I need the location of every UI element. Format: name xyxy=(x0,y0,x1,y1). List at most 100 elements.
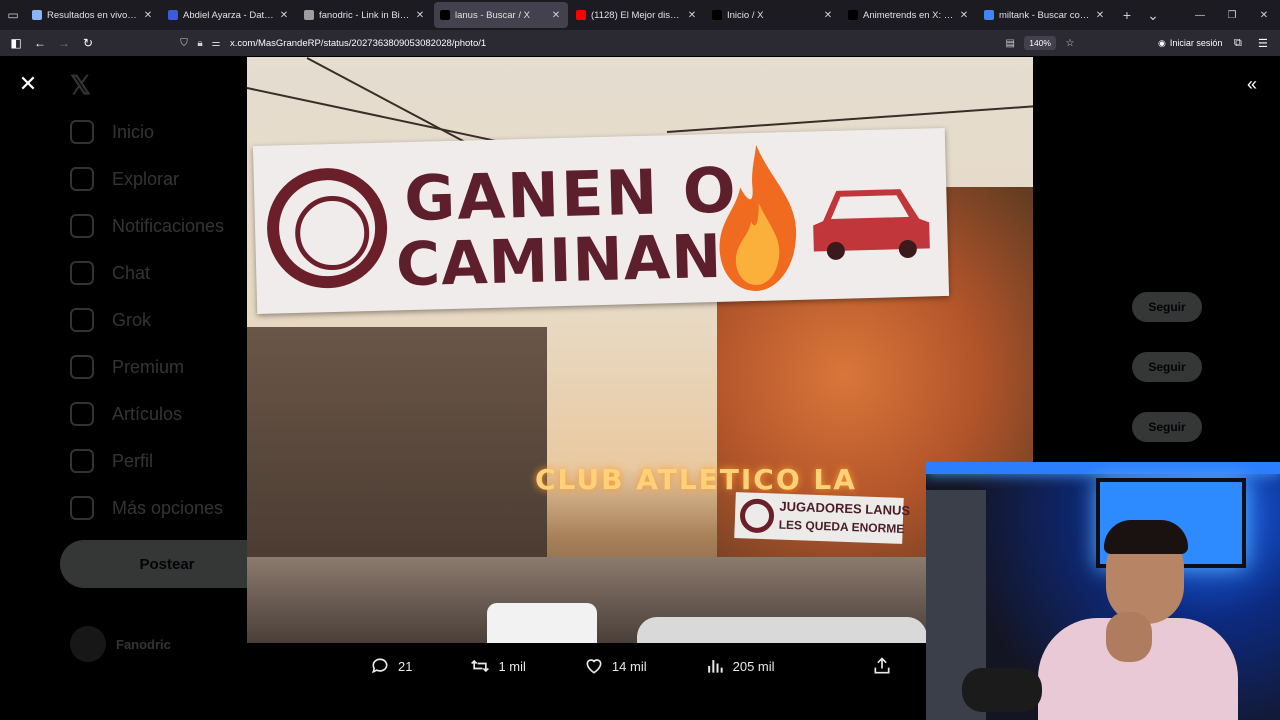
browser-tab[interactable]: Resultados en vivo de Liga✕ xyxy=(26,2,160,28)
browser-tab[interactable]: miltank - Buscar con Googl✕ xyxy=(978,2,1112,28)
sidebar-item-label: Perfil xyxy=(112,450,154,471)
tab-title: lanus - Buscar / X xyxy=(455,9,530,21)
account-name: Fanodric xyxy=(116,636,171,652)
tab-overview-icon[interactable]: ▭ xyxy=(0,0,26,30)
sign-in-button[interactable]: ◉ Iniciar sesión xyxy=(1158,30,1222,56)
tab-favicon-icon xyxy=(32,10,42,20)
share-icon xyxy=(874,657,890,674)
browser-tab[interactable]: Abdiel Ayarza - Datos deta✕ xyxy=(162,2,296,28)
repost-icon xyxy=(471,659,490,673)
sidebar-item[interactable]: Premium xyxy=(70,355,184,379)
lock-icon[interactable]: 🔒︎ xyxy=(192,38,208,49)
reply-button[interactable]: 21 xyxy=(370,656,412,676)
permissions-icon[interactable]: ⚌ xyxy=(208,38,224,49)
menu-icon[interactable]: ☰ xyxy=(1258,30,1268,56)
small-banner-line-2: LES QUEDA ENORME xyxy=(778,517,905,536)
post-button[interactable]: Postear xyxy=(60,540,274,588)
sidebar-toggle-icon[interactable]: ◧ xyxy=(4,30,28,56)
gate-sign: CLUB ATLETICO LA xyxy=(535,463,857,496)
sidebar-item-icon xyxy=(70,308,94,332)
browser-toolbar: ◧ ← → ↻ ⛉ 🔒︎ ⚌ x.com/MasGrandeRP/status/… xyxy=(0,30,1280,56)
tab-title: fanodric - Link in Bio & Cre xyxy=(319,9,411,21)
reader-view-icon[interactable]: ▤ xyxy=(1002,38,1018,49)
sidebar-item-icon xyxy=(70,496,94,520)
window-close-icon[interactable]: ✕ xyxy=(1248,0,1280,30)
tab-close-icon[interactable]: ✕ xyxy=(142,10,154,21)
sidebar-item-label: Artículos xyxy=(112,403,183,424)
streamer-hand xyxy=(1106,612,1152,662)
browser-tab[interactable]: (1128) El Mejor discurso de✕ xyxy=(570,2,704,28)
tab-favicon-icon xyxy=(712,10,722,20)
webcam-overlay xyxy=(926,462,1280,720)
share-button[interactable] xyxy=(872,656,892,676)
tab-title: Abdiel Ayarza - Datos deta xyxy=(183,9,275,21)
sidebar-item-label: Grok xyxy=(112,309,152,330)
sidebar-item[interactable]: Grok xyxy=(70,308,151,332)
back-icon[interactable]: ← xyxy=(28,30,52,56)
tab-close-icon[interactable]: ✕ xyxy=(1094,10,1106,21)
sidebar-item[interactable]: Perfil xyxy=(70,449,153,473)
tab-list-chevron-icon[interactable]: ⌄ xyxy=(1140,0,1166,30)
views-button[interactable]: 205 mil xyxy=(705,656,775,676)
tab-title: Resultados en vivo de Liga xyxy=(47,9,139,21)
forward-icon[interactable]: → xyxy=(52,30,76,56)
parked-van xyxy=(487,603,597,643)
streamer-hair xyxy=(1104,520,1188,554)
browser-tab[interactable]: lanus - Buscar / X ✕ xyxy=(434,2,568,28)
tab-close-icon[interactable]: ✕ xyxy=(278,10,290,21)
reply-icon xyxy=(372,658,388,674)
sidebar-item-label: Chat xyxy=(112,262,151,283)
browser-tab-bar: ▭ Resultados en vivo de Liga✕Abdiel Ayar… xyxy=(0,0,1280,30)
restore-icon[interactable]: ❐ xyxy=(1216,0,1248,30)
sidebar-item-icon xyxy=(70,449,94,473)
close-photo-icon[interactable]: ✕ xyxy=(16,71,40,96)
repost-count: 1 mil xyxy=(498,658,526,674)
new-tab-button[interactable]: + xyxy=(1114,0,1140,30)
tab-close-icon[interactable]: ✕ xyxy=(958,10,970,21)
repost-button[interactable]: 1 mil xyxy=(470,656,526,676)
x-logo[interactable]: 𝕏 xyxy=(70,70,91,101)
browser-tab[interactable]: fanodric - Link in Bio & Cre✕ xyxy=(298,2,432,28)
address-bar[interactable]: ⛉ 🔒︎ ⚌ x.com/MasGrandeRP/status/20273638… xyxy=(176,33,1078,53)
shield-icon[interactable]: ⛉ xyxy=(176,38,192,49)
tab-close-icon[interactable]: ✕ xyxy=(414,10,426,21)
account-switcher[interactable]: Fanodric xyxy=(70,626,171,662)
views-count: 205 mil xyxy=(732,658,775,674)
url-text[interactable]: x.com/MasGrandeRP/status/202736380905308… xyxy=(230,38,486,49)
reply-count: 21 xyxy=(398,658,413,674)
small-banner: JUGADORES LANUS LES QUEDA ENORME xyxy=(734,492,910,544)
sidebar-item[interactable]: Chat xyxy=(70,261,150,285)
follow-button-1[interactable]: Seguir xyxy=(1132,292,1202,322)
sidebar-item-icon xyxy=(70,214,94,238)
tab-close-icon[interactable]: ✕ xyxy=(822,10,834,21)
zoom-level[interactable]: 140% xyxy=(1024,36,1056,50)
sidebar-item-label: Inicio xyxy=(112,121,155,142)
browser-tab[interactable]: Inicio / X ✕ xyxy=(706,2,840,28)
tab-title: miltank - Buscar con Googl xyxy=(999,9,1091,21)
like-button[interactable]: 14 mil xyxy=(584,656,647,676)
sidebar-item[interactable]: Artículos xyxy=(70,402,182,426)
extensions-icon[interactable]: ⧉ xyxy=(1234,30,1242,56)
tab-favicon-icon xyxy=(304,10,314,20)
tab-close-icon[interactable]: ✕ xyxy=(550,10,562,21)
sidebar-item[interactable]: Explorar xyxy=(70,167,179,191)
sidebar-item-icon xyxy=(70,261,94,285)
minimize-icon[interactable]: — xyxy=(1184,0,1216,30)
reload-icon[interactable]: ↻ xyxy=(76,30,100,56)
browser-tab[interactable]: Animetrends en X: "¡Ult ✕ xyxy=(842,2,976,28)
fire-icon xyxy=(719,144,797,291)
collapse-panel-icon[interactable]: « xyxy=(1240,72,1264,96)
car-icon xyxy=(813,189,930,260)
tweet-photo: GANEN O CAMINAN CLUB ATLETICO LA JUGADOR… xyxy=(247,57,1033,643)
tab-favicon-icon xyxy=(576,10,586,20)
follow-button-3[interactable]: Seguir xyxy=(1132,412,1202,442)
bookmark-star-icon[interactable]: ☆ xyxy=(1062,38,1078,49)
sidebar-item[interactable]: Notificaciones xyxy=(70,214,224,238)
sidebar-item[interactable]: Inicio xyxy=(70,120,154,144)
tab-close-icon[interactable]: ✕ xyxy=(686,10,698,21)
club-crest-icon xyxy=(265,166,389,290)
sidebar-item-label: Explorar xyxy=(112,168,180,189)
sidebar-item[interactable]: Más opciones xyxy=(70,496,223,520)
main-banner: GANEN O CAMINAN xyxy=(252,127,950,315)
follow-button-2[interactable]: Seguir xyxy=(1132,352,1202,382)
